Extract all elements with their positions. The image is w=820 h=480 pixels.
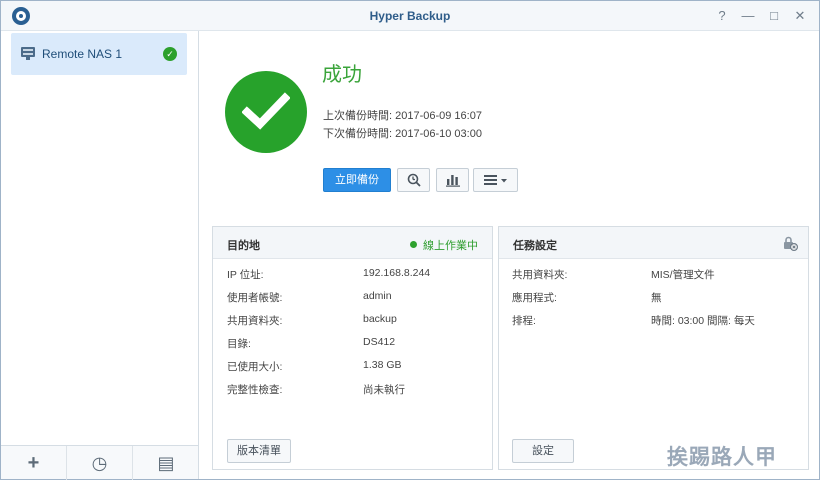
version-list-button[interactable]: 版本清單 (227, 439, 291, 463)
title-bar: Hyper Backup ? — □ ✕ (1, 1, 819, 31)
destination-panel-header: 目的地 線上作業中 (213, 227, 492, 259)
destination-panel: 目的地 線上作業中 IP 位址: 192.168.8.244 使用者帳號: ad… (212, 226, 493, 470)
directory-label: 目錄: (227, 338, 251, 350)
statistics-button[interactable] (436, 168, 469, 192)
directory-value: DS412 (363, 336, 396, 348)
integrity-check-label: 完整性檢查: (227, 384, 283, 396)
ip-address-label: IP 位址: (227, 269, 264, 281)
lock-settings-icon[interactable] (782, 235, 798, 251)
task-settings-panel: 任務設定 共用資料夾: MIS/管理文件 應用程式: 無 排程: 時間: 03:… (498, 226, 809, 470)
checkmark-icon (242, 92, 290, 130)
schedule-label: 排程: (512, 315, 536, 327)
success-status-icon (225, 71, 307, 153)
task-sidebar: Remote NAS 1 ✓ + ◷ ▤ (1, 31, 199, 480)
hyper-backup-window: Hyper Backup ? — □ ✕ Remote NAS 1 ✓ + ◷ … (0, 0, 820, 480)
minimize-button[interactable]: — (740, 8, 756, 24)
applications-label: 應用程式: (512, 292, 557, 304)
ip-address-value: 192.168.8.244 (363, 267, 431, 279)
next-backup-time: 下次備份時間: 2017-06-10 03:00 (323, 128, 482, 140)
watermark-text: 挨踢路人甲 (667, 444, 777, 469)
help-button[interactable]: ? (714, 8, 730, 24)
menu-dropdown-icon (483, 175, 507, 185)
bar-chart-icon (445, 175, 460, 187)
username-label: 使用者帳號: (227, 292, 283, 304)
window-title: Hyper Backup (369, 9, 451, 23)
restore-button[interactable]: ◷ (67, 446, 133, 480)
task-settings-title: 任務設定 (513, 240, 557, 252)
task-settings-panel-header: 任務設定 (499, 227, 808, 259)
check-icon: ✓ (163, 47, 177, 61)
add-icon: + (27, 452, 40, 474)
shared-folder-value: backup (363, 313, 397, 325)
last-backup-time: 上次備份時間: 2017-06-09 16:07 (323, 110, 482, 122)
restore-icon: ◷ (91, 453, 108, 473)
used-size-label: 已使用大小: (227, 361, 283, 373)
close-button[interactable]: ✕ (792, 8, 808, 24)
clock-search-icon (407, 173, 421, 187)
log-button[interactable]: ▤ (133, 446, 199, 480)
source-folder-value: MIS/管理文件 (651, 269, 715, 281)
settings-button[interactable]: 設定 (512, 439, 574, 463)
source-folder-label: 共用資料夾: (512, 269, 568, 281)
username-value: admin (363, 290, 392, 302)
online-dot-icon (410, 241, 417, 248)
task-item-remote-nas-1[interactable]: Remote NAS 1 ✓ (11, 33, 187, 75)
destination-title: 目的地 (227, 240, 260, 252)
schedule-value: 時間: 03:00 間隔: 每天 (651, 315, 755, 327)
shared-folder-label: 共用資料夾: (227, 315, 283, 327)
version-browser-button[interactable] (397, 168, 430, 192)
applications-value: 無 (651, 292, 662, 304)
used-size-value: 1.38 GB (363, 359, 402, 371)
backup-now-button[interactable]: 立即備份 (323, 168, 391, 192)
more-actions-menu[interactable] (473, 168, 518, 192)
online-status: 線上作業中 (410, 237, 478, 253)
nas-icon (21, 47, 35, 60)
integrity-check-value: 尚未執行 (363, 384, 405, 396)
task-detail-panel: 成功 上次備份時間: 2017-06-09 16:07 下次備份時間: 2017… (200, 31, 819, 479)
status-title: 成功 (322, 64, 362, 86)
task-label: Remote NAS 1 (42, 47, 123, 61)
maximize-button[interactable]: □ (766, 8, 782, 24)
add-task-button[interactable]: + (1, 446, 67, 480)
log-icon: ▤ (157, 453, 175, 473)
sidebar-toolbar: + ◷ ▤ (1, 445, 199, 480)
